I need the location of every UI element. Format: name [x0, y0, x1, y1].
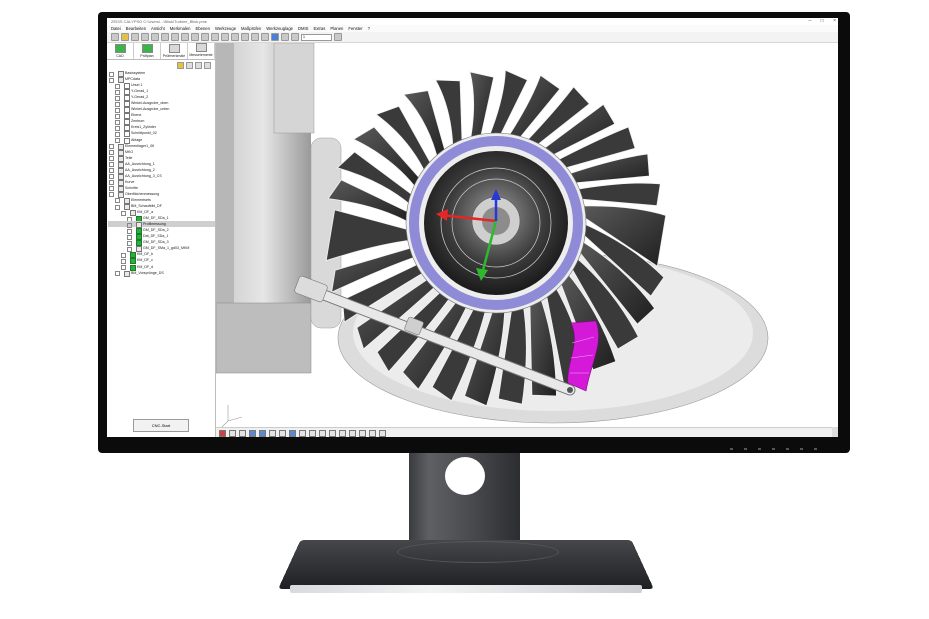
tab-label: Prüfplan [140, 54, 154, 58]
menu-bar: Datei Bearbeiten Ansicht Merkmalen Ebenen Wer… [107, 25, 838, 32]
blisk-model [325, 69, 769, 424]
tree-row-label: BM_Vorsprünge_DS [131, 270, 164, 275]
stop-icon[interactable] [219, 429, 226, 437]
tree-row[interactable]: BM_Vorsprünge_DS [108, 270, 215, 277]
open-folder-icon[interactable] [121, 33, 129, 41]
table-icon[interactable] [221, 33, 229, 41]
zoom-window-icon[interactable] [369, 429, 376, 437]
front-view-icon[interactable] [249, 429, 256, 437]
cnc-start-button[interactable]: CNC-Start [133, 419, 189, 432]
new-file-icon[interactable] [111, 33, 119, 41]
light-icon[interactable] [309, 429, 316, 437]
tab-label: Prüfmerkmale [162, 54, 186, 58]
menu-item-10[interactable]: Planen [330, 25, 343, 32]
iso-view-icon[interactable] [279, 429, 286, 437]
tab-2[interactable]: Prüfmerkmale [161, 43, 188, 59]
menu-item-1[interactable]: Bearbeiten [126, 25, 146, 32]
stand-base-ring [397, 541, 559, 563]
menu-item-9[interactable]: Extras [313, 25, 325, 32]
tool-icon[interactable] [261, 33, 269, 41]
cad-viewport[interactable] [216, 43, 838, 427]
blade [574, 182, 661, 207]
measure-distance-icon[interactable] [379, 429, 386, 437]
tab-0[interactable]: CAD [107, 43, 134, 59]
menu-item-11[interactable]: Fenster [348, 25, 362, 32]
edit-icon[interactable] [186, 62, 193, 69]
menu-item-0[interactable]: Datei [111, 25, 121, 32]
window-title: ZEISS CALYPSO C:\Users\...\Blisk\Turbine… [111, 19, 207, 24]
tab-1[interactable]: Prüfplan [134, 43, 161, 59]
feature-icon [168, 44, 180, 53]
element-icon [195, 43, 207, 52]
measure-icon[interactable] [201, 33, 209, 41]
side-view-icon[interactable] [269, 429, 276, 437]
menu-item-2[interactable]: Ansicht [151, 25, 165, 32]
save-icon[interactable] [131, 33, 139, 41]
print-icon[interactable] [141, 33, 149, 41]
zoom-out-icon[interactable] [359, 429, 366, 437]
filter-icon[interactable] [291, 33, 299, 41]
fit-view-icon[interactable] [289, 429, 296, 437]
menu-item-6[interactable]: Maßprüfen [241, 25, 261, 32]
report-icon[interactable] [241, 33, 249, 41]
cut-icon[interactable] [151, 33, 159, 41]
zoom-in-icon[interactable] [349, 429, 356, 437]
view-orientation-gizmo [221, 405, 243, 427]
menu-item-7[interactable]: Werkzeuglage [266, 25, 293, 32]
toolbar-value-input[interactable]: 1 [301, 33, 332, 41]
feature-tree: Basissystem MPCdata Ursel 1 Y-Gerad_1 Y-Gera… [107, 70, 215, 277]
folder-icon[interactable] [177, 62, 184, 69]
probe-icon[interactable] [211, 33, 219, 41]
tab-3[interactable]: Messelemente [188, 43, 215, 59]
stand-cable-hole [445, 457, 485, 495]
tree-toolbar [107, 60, 215, 70]
menu-item-12[interactable]: ? [368, 25, 370, 32]
panel-tabs: CAD Prüfplan Prüfmerkmale Messelemente [107, 43, 215, 60]
copy-icon[interactable] [161, 33, 169, 41]
viewport-scrollbar[interactable] [832, 427, 838, 437]
menu-item-5[interactable]: Werkzeuge [215, 25, 236, 32]
screen: ZEISS CALYPSO C:\Users\...\Blisk\Turbine… [107, 18, 838, 437]
menu-item-8[interactable]: DMIS [298, 25, 308, 32]
plan-icon [141, 44, 153, 53]
viewport-toolbar [216, 427, 838, 437]
settings-icon[interactable] [281, 33, 289, 41]
main-toolbar: 1 [107, 32, 838, 43]
pin-icon[interactable] [334, 33, 342, 41]
sort-down-icon[interactable] [195, 62, 202, 69]
section-icon[interactable] [299, 429, 306, 437]
bezel-buttons [730, 448, 820, 450]
left-panel: CAD Prüfplan Prüfmerkmale Messelemente Basi… [107, 43, 216, 437]
paste-icon[interactable] [171, 33, 179, 41]
redo-icon[interactable] [191, 33, 199, 41]
undo-icon[interactable] [181, 33, 189, 41]
cad-scene [216, 43, 769, 427]
grid-icon[interactable] [231, 33, 239, 41]
document-icon [124, 270, 130, 277]
monitor-stand-neck [409, 453, 520, 545]
rotate-icon[interactable] [229, 429, 236, 437]
wireframe-icon[interactable] [329, 429, 336, 437]
cad-icon [114, 44, 126, 53]
pan-icon[interactable] [239, 429, 246, 437]
menu-item-3[interactable]: Merkmalen [170, 25, 191, 32]
shade-icon[interactable] [319, 429, 326, 437]
window-titlebar: ZEISS CALYPSO C:\Users\...\Blisk\Turbine… [107, 18, 838, 25]
hide-icon[interactable] [339, 429, 346, 437]
tab-label: Messelemente [189, 53, 213, 57]
menu-item-4[interactable]: Ebenen [196, 25, 210, 32]
chart-icon[interactable] [251, 33, 259, 41]
machine-column [216, 43, 342, 374]
expand-toggle-icon[interactable] [115, 271, 120, 277]
stand-base-edge [290, 585, 642, 593]
sort-up-icon[interactable] [204, 62, 211, 69]
help-icon[interactable] [271, 33, 279, 41]
window-controls[interactable]: – □ × [809, 18, 839, 25]
tab-label: CAD [116, 54, 124, 58]
top-view-icon[interactable] [259, 429, 266, 437]
